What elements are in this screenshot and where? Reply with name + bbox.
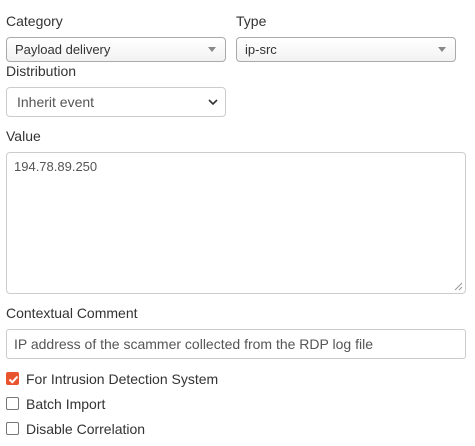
disable-correlation-checkbox[interactable]: [6, 422, 19, 435]
category-select[interactable]: Payload delivery: [6, 37, 226, 62]
resize-grip-icon[interactable]: [454, 282, 463, 291]
disable-correlation-checkbox-label: Disable Correlation: [26, 421, 146, 437]
caret-down-icon: [438, 47, 446, 52]
ids-checkbox-label: For Intrusion Detection System: [26, 371, 219, 387]
value-text: 194.78.89.250: [14, 159, 98, 174]
distribution-select[interactable]: Inherit event: [6, 87, 226, 117]
category-label: Category: [6, 13, 63, 29]
distribution-label: Distribution: [6, 63, 77, 79]
type-select-value: ip-src: [245, 42, 277, 57]
comment-input-value: IP address of the scammer collected from…: [14, 336, 373, 352]
attribute-form: Category Payload delivery Type ip-src Di…: [0, 0, 475, 446]
caret-down-icon: [208, 47, 216, 52]
type-select[interactable]: ip-src: [236, 37, 456, 62]
value-textarea[interactable]: 194.78.89.250: [6, 152, 466, 294]
value-label: Value: [6, 128, 41, 144]
category-select-value: Payload delivery: [15, 42, 111, 57]
batch-import-checkbox-label: Batch Import: [26, 396, 106, 412]
comment-label: Contextual Comment: [6, 305, 138, 321]
comment-input[interactable]: IP address of the scammer collected from…: [6, 329, 466, 359]
batch-import-checkbox[interactable]: [6, 397, 19, 410]
chevron-down-icon: [208, 99, 218, 106]
type-label: Type: [236, 13, 267, 29]
ids-checkbox[interactable]: [6, 372, 19, 385]
checkmark-icon: [8, 375, 19, 384]
distribution-select-value: Inherit event: [17, 94, 95, 110]
